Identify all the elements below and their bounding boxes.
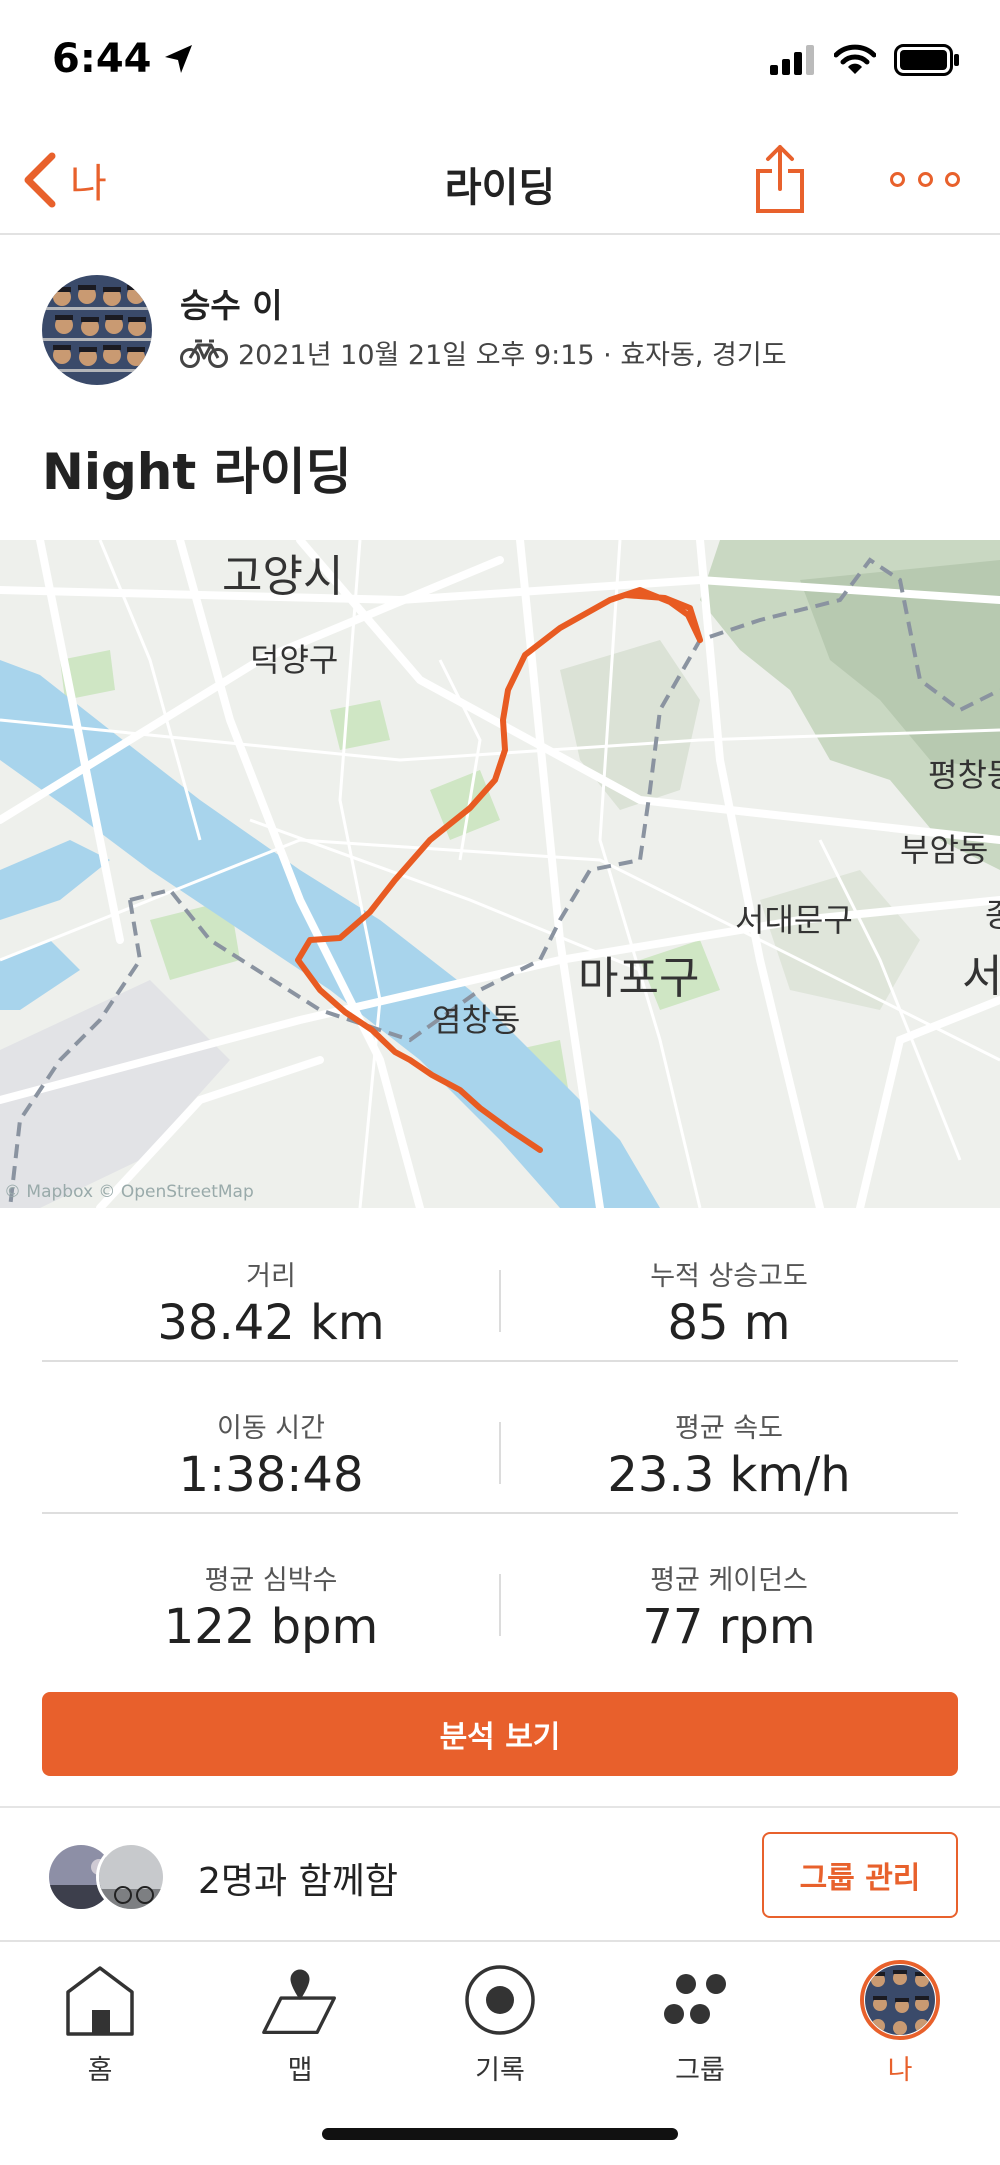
more-dot-icon bbox=[890, 171, 905, 187]
stats-row: 평균 심박수 122 bpm 평균 케이던스 77 rpm bbox=[42, 1514, 958, 1666]
tab-home[interactable]: 홈 bbox=[0, 1956, 200, 2096]
group-members-text: 2명과 함께함 bbox=[198, 1861, 398, 1902]
activity-title: Night 라이딩 bbox=[42, 443, 352, 501]
wifi-icon bbox=[834, 44, 876, 74]
athlete-header: 승수 이 2021년 10월 21일 오후 9:15 · 효자동, 경기도 bbox=[0, 237, 1000, 387]
home-icon bbox=[60, 1960, 140, 2040]
stat-value: 85 m bbox=[667, 1295, 791, 1351]
group-activity-row: 2명과 함께함 그룹 관리 bbox=[0, 1808, 1000, 1938]
map-canvas bbox=[0, 540, 1000, 1208]
tab-label: 기록 bbox=[475, 2055, 525, 2086]
group-avatars[interactable] bbox=[46, 1842, 172, 1912]
stat-avg-speed: 평균 속도 23.3 km/h bbox=[500, 1362, 958, 1512]
stats-row: 거리 38.42 km 누적 상승고도 85 m bbox=[42, 1210, 958, 1362]
stat-value: 38.42 km bbox=[157, 1295, 385, 1351]
profile-avatar-icon bbox=[860, 1960, 940, 2040]
tab-groups[interactable]: 그룹 bbox=[600, 1956, 800, 2096]
activity-date-location: 2021년 10월 21일 오후 9:15 · 효자동, 경기도 bbox=[238, 340, 787, 371]
avatar-image bbox=[42, 275, 152, 385]
battery-icon bbox=[894, 44, 959, 76]
map-label-pyeongchang: 평창동 bbox=[928, 756, 1000, 794]
athlete-avatar[interactable] bbox=[42, 275, 152, 385]
map-label-yeomchang: 염창동 bbox=[432, 1001, 521, 1039]
view-analysis-button[interactable]: 분석 보기 bbox=[42, 1692, 958, 1776]
home-indicator bbox=[322, 2128, 678, 2140]
map-label-deogyang: 덕양구 bbox=[250, 641, 339, 679]
map-label-seodaemun: 서대문구 bbox=[735, 901, 853, 939]
status-time-text: 6:44 bbox=[52, 36, 152, 82]
stat-label: 누적 상승고도 bbox=[650, 1261, 808, 1292]
stat-avg-cadence: 평균 케이던스 77 rpm bbox=[500, 1514, 958, 1664]
tab-label: 맵 bbox=[287, 2055, 313, 2086]
tab-label: 홈 bbox=[87, 2055, 113, 2086]
stat-value: 23.3 km/h bbox=[607, 1447, 851, 1503]
stat-label: 평균 심박수 bbox=[204, 1565, 338, 1596]
tab-profile[interactable]: 나 bbox=[800, 1956, 1000, 2096]
stat-distance: 거리 38.42 km bbox=[42, 1210, 500, 1360]
map-label-seo: 서 bbox=[962, 951, 1000, 1002]
groups-icon bbox=[660, 1960, 740, 2040]
page-title: 라이딩 bbox=[444, 165, 556, 211]
stat-moving-time: 이동 시간 1:38:48 bbox=[42, 1362, 500, 1512]
cellular-signal-icon bbox=[770, 45, 814, 75]
bike-icon bbox=[180, 339, 228, 368]
route-map[interactable]: 고양시 덕양구 평창동 부암동 서대문구 마포구 염창동 종 서 © Mapbo… bbox=[0, 540, 1000, 1208]
stat-label: 평균 속도 bbox=[675, 1413, 783, 1444]
map-label-jong: 종 bbox=[985, 896, 1000, 934]
map-attribution: © Mapbox © OpenStreetMap bbox=[4, 1182, 254, 1202]
status-indicators bbox=[770, 44, 960, 76]
stats-row: 이동 시간 1:38:48 평균 속도 23.3 km/h bbox=[42, 1362, 958, 1514]
more-dot-icon bbox=[917, 171, 933, 187]
tab-label: 그룹 bbox=[675, 2055, 725, 2086]
activity-meta: 2021년 10월 21일 오후 9:15 · 효자동, 경기도 bbox=[180, 333, 787, 372]
stat-label: 평균 케이던스 bbox=[650, 1565, 808, 1596]
share-icon bbox=[756, 145, 804, 213]
share-button[interactable] bbox=[752, 143, 808, 215]
athlete-name[interactable]: 승수 이 bbox=[180, 279, 283, 327]
stat-value: 122 bpm bbox=[163, 1599, 379, 1655]
map-label-goyang: 고양시 bbox=[222, 551, 344, 602]
tab-map[interactable]: 맵 bbox=[200, 1956, 400, 2096]
stat-label: 이동 시간 bbox=[217, 1413, 325, 1444]
more-dot-icon bbox=[945, 171, 960, 187]
status-bar: 6:44 bbox=[0, 0, 1000, 125]
stat-value: 1:38:48 bbox=[178, 1447, 364, 1503]
stat-value: 77 rpm bbox=[642, 1599, 816, 1655]
stats-grid: 거리 38.42 km 누적 상승고도 85 m 이동 시간 1:38:48 평… bbox=[42, 1210, 958, 1666]
map-label-mapo: 마포구 bbox=[578, 953, 700, 1004]
tab-record[interactable]: 기록 bbox=[400, 1956, 600, 2096]
manage-group-button[interactable]: 그룹 관리 bbox=[762, 1832, 958, 1918]
location-arrow-icon bbox=[164, 45, 192, 73]
nav-bar: 나 라이딩 bbox=[0, 125, 1000, 235]
stat-elevation-gain: 누적 상승고도 85 m bbox=[500, 1210, 958, 1360]
stat-avg-heart-rate: 평균 심박수 122 bpm bbox=[42, 1514, 500, 1664]
status-time: 6:44 bbox=[52, 36, 196, 82]
map-icon bbox=[260, 1960, 340, 2040]
tab-label: 나 bbox=[887, 2055, 913, 2086]
group-member-avatar bbox=[96, 1842, 166, 1912]
map-label-buam: 부암동 bbox=[900, 831, 989, 869]
record-icon bbox=[460, 1960, 540, 2040]
stat-label: 거리 bbox=[246, 1261, 296, 1292]
more-options-button[interactable] bbox=[890, 161, 960, 197]
